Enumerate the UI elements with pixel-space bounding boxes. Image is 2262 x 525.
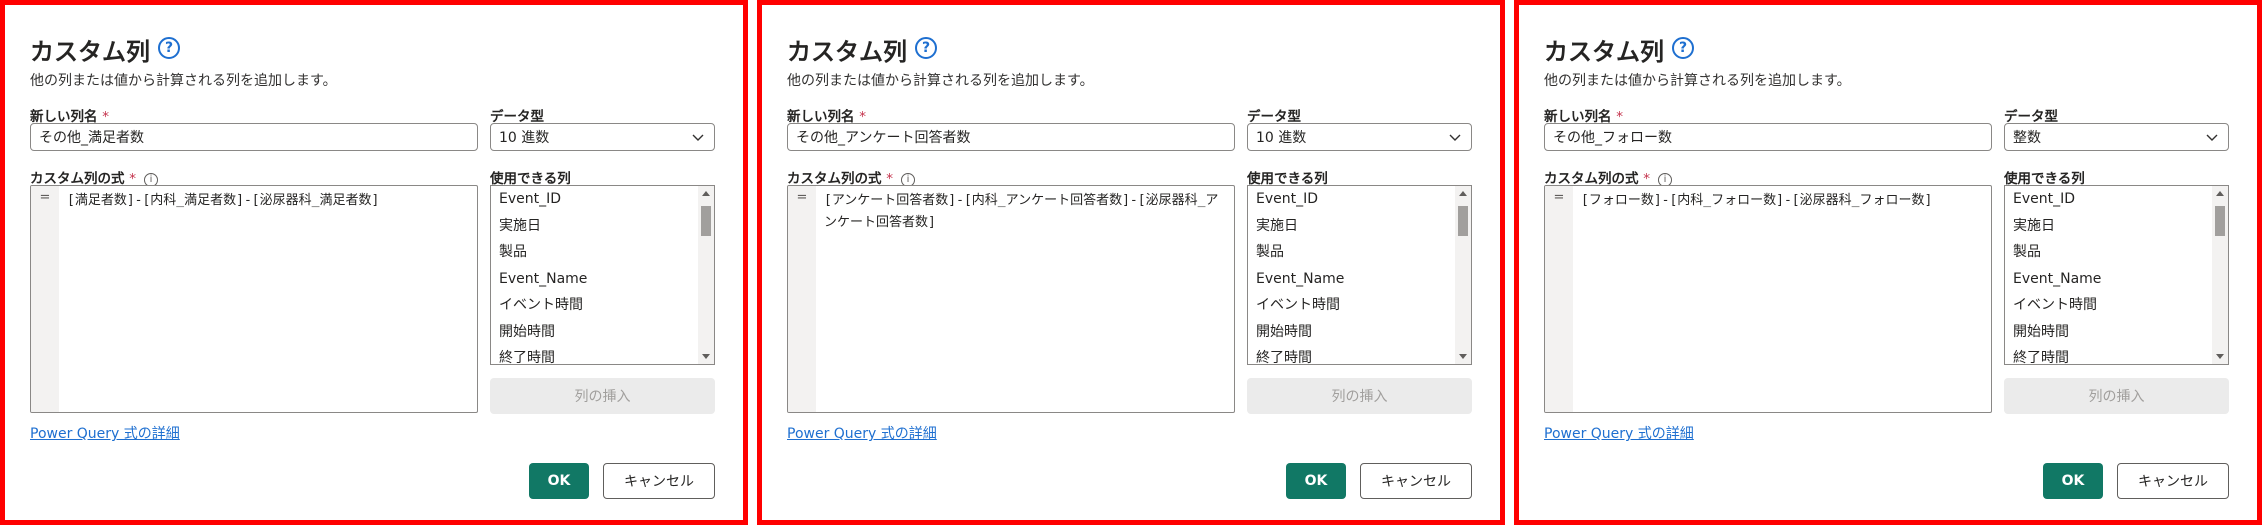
formula-text[interactable]: [フォロー数]-[内科_フォロー数]-[泌尿器科_フォロー数] xyxy=(1581,190,1985,212)
custom-column-dialog: カスタム列 ? 他の列または値から計算される列を追加します。 新しい列名 * そ… xyxy=(1514,0,2262,525)
list-item[interactable]: 終了時間 xyxy=(2005,345,2212,364)
formula-text[interactable]: [アンケート回答者数]-[内科_アンケート回答者数]-[泌尿器科_アンケート回答… xyxy=(824,190,1228,234)
data-type-label: データ型 xyxy=(490,109,544,125)
available-columns-list[interactable]: Event_ID 実施日 製品 Event_Name イベント時間 開始時間 終… xyxy=(490,185,715,365)
list-item[interactable]: イベント時間 xyxy=(1248,292,1455,319)
dialog-title: カスタム列 xyxy=(1544,38,1664,66)
equals-sign: = xyxy=(788,186,816,412)
custom-column-dialog: カスタム列 ? 他の列または値から計算される列を追加します。 新しい列名 * そ… xyxy=(0,0,748,525)
cancel-button[interactable]: キャンセル xyxy=(2117,463,2229,499)
power-query-link[interactable]: Power Query 式の詳細 xyxy=(30,423,180,443)
scroll-up-icon[interactable] xyxy=(702,191,710,196)
list-item[interactable]: 終了時間 xyxy=(491,345,698,364)
formula-label: カスタム列の式 * i xyxy=(1544,167,1672,187)
data-type-select[interactable]: 整数 xyxy=(2004,123,2229,151)
insert-column-button[interactable]: 列の挿入 xyxy=(1247,378,1472,414)
list-item[interactable]: Event_Name xyxy=(1248,266,1455,293)
list-item[interactable]: 実施日 xyxy=(1248,213,1455,240)
formula-label: カスタム列の式 * i xyxy=(787,167,915,187)
chevron-down-icon xyxy=(1449,134,1461,141)
data-type-label: データ型 xyxy=(2004,109,2058,125)
available-columns-label: 使用できる列 xyxy=(490,171,571,187)
equals-sign: = xyxy=(1545,186,1573,412)
formula-editor[interactable]: = [満足者数]-[内科_満足者数]-[泌尿器科_満足者数] xyxy=(30,185,478,413)
ok-button[interactable]: OK xyxy=(1286,463,1346,499)
custom-column-dialog: カスタム列 ? 他の列または値から計算される列を追加します。 新しい列名 * そ… xyxy=(757,0,1505,525)
list-item[interactable]: 実施日 xyxy=(491,213,698,240)
new-column-name-label: 新しい列名 * xyxy=(787,109,866,125)
list-item[interactable]: イベント時間 xyxy=(2005,292,2212,319)
list-item[interactable]: 開始時間 xyxy=(491,319,698,346)
scroll-down-icon[interactable] xyxy=(702,354,710,359)
help-icon[interactable]: ? xyxy=(915,37,937,59)
list-item[interactable]: Event_Name xyxy=(491,266,698,293)
ok-button[interactable]: OK xyxy=(529,463,589,499)
list-item[interactable]: Event_ID xyxy=(2005,186,2212,213)
cancel-button[interactable]: キャンセル xyxy=(603,463,715,499)
available-columns-label: 使用できる列 xyxy=(2004,171,2085,187)
chevron-down-icon xyxy=(692,134,704,141)
data-type-value: 整数 xyxy=(2013,130,2041,146)
chevron-down-icon xyxy=(2206,134,2218,141)
list-item[interactable]: Event_ID xyxy=(1248,186,1455,213)
formula-editor[interactable]: = [アンケート回答者数]-[内科_アンケート回答者数]-[泌尿器科_アンケート… xyxy=(787,185,1235,413)
scrollbar[interactable] xyxy=(1455,186,1471,364)
scrollbar[interactable] xyxy=(698,186,714,364)
new-column-name-input[interactable]: その他_アンケート回答者数 xyxy=(787,123,1235,151)
list-item[interactable]: 開始時間 xyxy=(1248,319,1455,346)
power-query-link[interactable]: Power Query 式の詳細 xyxy=(1544,423,1694,443)
list-item[interactable]: 実施日 xyxy=(2005,213,2212,240)
dialog-title: カスタム列 xyxy=(787,38,907,66)
scrollbar-thumb[interactable] xyxy=(1458,206,1468,236)
scroll-up-icon[interactable] xyxy=(1459,191,1467,196)
ok-button[interactable]: OK xyxy=(2043,463,2103,499)
insert-column-button[interactable]: 列の挿入 xyxy=(2004,378,2229,414)
scrollbar-thumb[interactable] xyxy=(2215,206,2225,236)
new-column-name-label: 新しい列名 * xyxy=(30,109,109,125)
formula-label: カスタム列の式 * i xyxy=(30,167,158,187)
data-type-select[interactable]: 10 進数 xyxy=(1247,123,1472,151)
insert-column-button[interactable]: 列の挿入 xyxy=(490,378,715,414)
list-item[interactable]: 開始時間 xyxy=(2005,319,2212,346)
formula-text[interactable]: [満足者数]-[内科_満足者数]-[泌尿器科_満足者数] xyxy=(67,190,471,212)
new-column-name-label: 新しい列名 * xyxy=(1544,109,1623,125)
cancel-button[interactable]: キャンセル xyxy=(1360,463,1472,499)
scroll-up-icon[interactable] xyxy=(2216,191,2224,196)
available-columns-list[interactable]: Event_ID 実施日 製品 Event_Name イベント時間 開始時間 終… xyxy=(1247,185,1472,365)
new-column-name-input[interactable]: その他_フォロー数 xyxy=(1544,123,1992,151)
list-item[interactable]: 製品 xyxy=(1248,239,1455,266)
power-query-link[interactable]: Power Query 式の詳細 xyxy=(787,423,937,443)
scrollbar-thumb[interactable] xyxy=(701,206,711,236)
list-item[interactable]: Event_Name xyxy=(2005,266,2212,293)
scroll-down-icon[interactable] xyxy=(2216,354,2224,359)
list-item[interactable]: 製品 xyxy=(491,239,698,266)
data-type-value: 10 進数 xyxy=(1256,130,1307,146)
data-type-value: 10 進数 xyxy=(499,130,550,146)
available-columns-label: 使用できる列 xyxy=(1247,171,1328,187)
list-item[interactable]: イベント時間 xyxy=(491,292,698,319)
available-columns-list[interactable]: Event_ID 実施日 製品 Event_Name イベント時間 開始時間 終… xyxy=(2004,185,2229,365)
help-icon[interactable]: ? xyxy=(158,37,180,59)
new-column-name-input[interactable]: その他_満足者数 xyxy=(30,123,478,151)
data-type-label: データ型 xyxy=(1247,109,1301,125)
help-icon[interactable]: ? xyxy=(1672,37,1694,59)
dialog-description: 他の列または値から計算される列を追加します。 xyxy=(1544,73,1851,89)
list-item[interactable]: Event_ID xyxy=(491,186,698,213)
dialog-title: カスタム列 xyxy=(30,38,150,66)
equals-sign: = xyxy=(31,186,59,412)
list-item[interactable]: 終了時間 xyxy=(1248,345,1455,364)
dialog-description: 他の列または値から計算される列を追加します。 xyxy=(30,73,337,89)
scroll-down-icon[interactable] xyxy=(1459,354,1467,359)
dialog-description: 他の列または値から計算される列を追加します。 xyxy=(787,73,1094,89)
data-type-select[interactable]: 10 進数 xyxy=(490,123,715,151)
scrollbar[interactable] xyxy=(2212,186,2228,364)
list-item[interactable]: 製品 xyxy=(2005,239,2212,266)
formula-editor[interactable]: = [フォロー数]-[内科_フォロー数]-[泌尿器科_フォロー数] xyxy=(1544,185,1992,413)
